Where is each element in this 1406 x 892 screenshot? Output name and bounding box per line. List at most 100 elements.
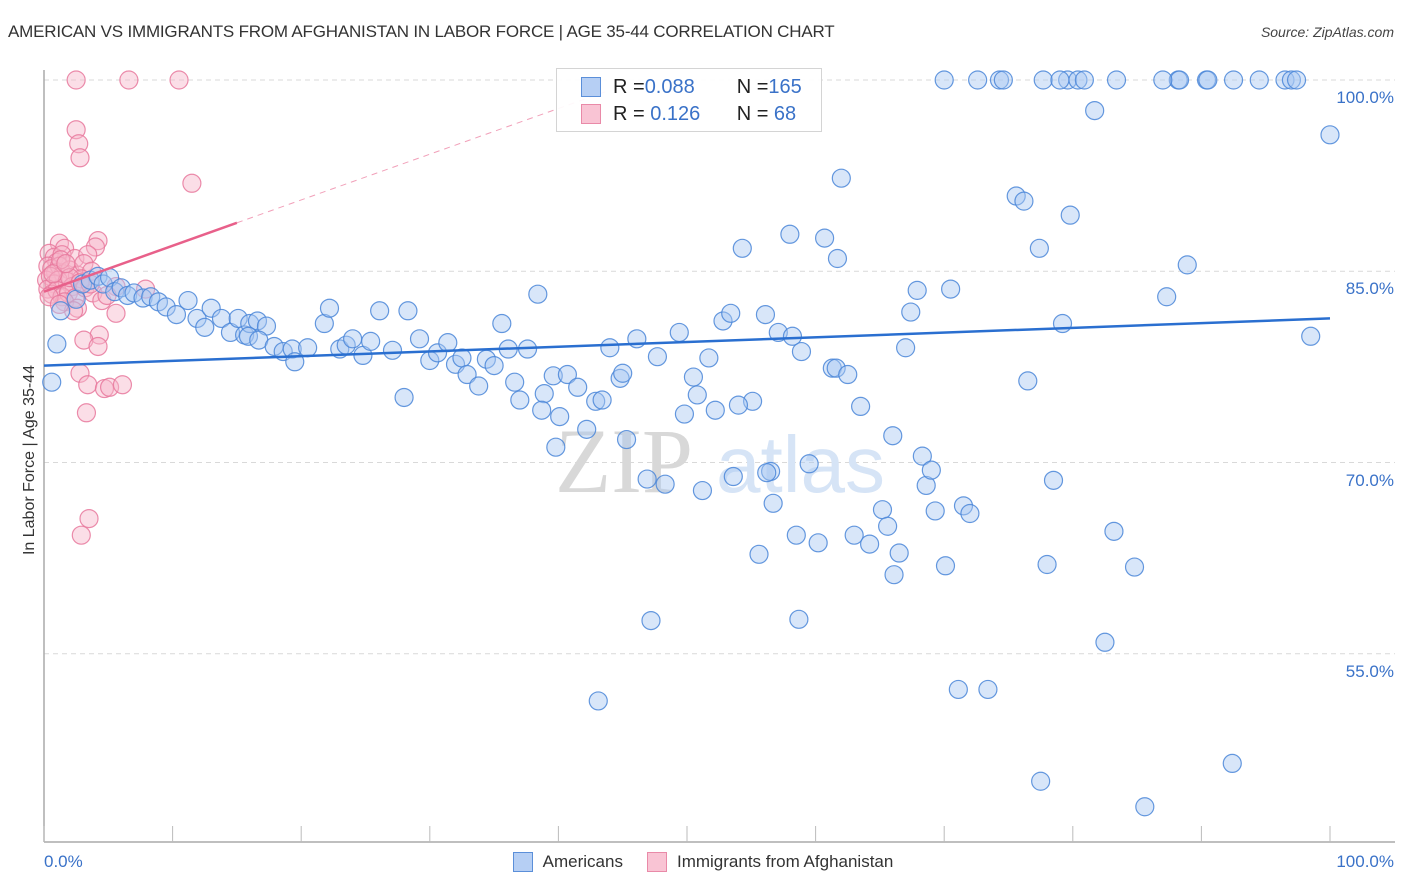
data-point-afghanistan xyxy=(78,375,98,395)
data-point-american xyxy=(1104,521,1124,541)
data-point-american xyxy=(878,516,898,536)
data-point-american xyxy=(51,301,71,321)
data-point-american xyxy=(1043,470,1064,490)
data-point-american xyxy=(1198,70,1218,90)
data-point-american xyxy=(298,338,318,358)
legend-item-afghanistan[interactable]: Immigrants from Afghanistan xyxy=(646,852,894,872)
legend-row-americans: R = 0.088 N = 165 xyxy=(581,75,802,99)
data-point-american xyxy=(872,500,893,520)
data-point-american xyxy=(1301,326,1321,346)
data-point-american xyxy=(1222,753,1242,774)
data-point-american xyxy=(505,372,525,392)
y-tick-label: 100.0% xyxy=(1336,88,1394,107)
stats-legend: R = 0.088 N = 165 R = 0.126 N = 68 xyxy=(556,68,822,132)
n-value: 68 xyxy=(768,102,797,125)
data-point-american xyxy=(968,70,988,90)
n-label: N = xyxy=(736,102,769,125)
data-point-american xyxy=(1050,70,1070,90)
data-point-afghanistan xyxy=(76,403,97,423)
data-point-american xyxy=(178,290,198,311)
legend-item-americans[interactable]: Americans xyxy=(512,852,623,872)
data-point-american xyxy=(799,454,819,474)
data-point-american xyxy=(883,426,903,446)
data-point-american xyxy=(860,534,880,554)
data-point-american xyxy=(925,501,945,521)
data-point-american xyxy=(786,525,806,545)
data-point-american xyxy=(1106,70,1127,90)
data-point-american xyxy=(723,466,743,487)
data-point-american xyxy=(42,372,62,392)
r-label: R = xyxy=(613,102,645,125)
r-value: 0.126 xyxy=(644,102,701,125)
n-value: 165 xyxy=(768,75,802,98)
data-point-american xyxy=(588,691,608,711)
data-point-american xyxy=(577,419,597,439)
data-point-american xyxy=(838,364,858,385)
data-point-american xyxy=(815,228,835,248)
data-point-american xyxy=(534,384,554,404)
data-point-american xyxy=(370,301,390,321)
data-point-american xyxy=(1037,554,1057,575)
afghanistan-swatch xyxy=(581,104,601,124)
data-point-american xyxy=(492,313,512,334)
data-point-american xyxy=(592,390,612,410)
data-point-american xyxy=(47,334,67,354)
data-point-american xyxy=(889,543,909,563)
data-point-american xyxy=(398,301,418,321)
data-point-american xyxy=(1135,797,1155,817)
data-point-american xyxy=(343,329,363,349)
data-point-american xyxy=(780,224,800,244)
legend-label: Americans xyxy=(542,852,623,871)
data-point-american xyxy=(791,341,812,362)
data-point-american xyxy=(692,480,713,501)
legend-label: Immigrants from Afghanistan xyxy=(676,852,894,871)
data-point-american xyxy=(808,533,828,553)
data-point-american xyxy=(1029,238,1049,258)
data-point-american xyxy=(532,400,552,420)
data-point-american xyxy=(469,376,489,396)
data-point-afghanistan xyxy=(169,70,189,90)
scatter-chart: ZIP atlas xyxy=(36,70,1395,843)
data-point-american xyxy=(600,338,620,358)
gridlines xyxy=(44,79,1395,655)
data-point-american xyxy=(1320,125,1340,145)
data-point-afghanistan xyxy=(71,525,91,545)
data-point-american xyxy=(319,298,340,318)
data-point-american xyxy=(831,168,851,188)
data-point-afghanistan xyxy=(182,173,202,193)
data-point-afghanistan xyxy=(112,375,133,395)
data-point-american xyxy=(884,565,904,585)
data-point-american xyxy=(1074,70,1094,90)
data-point-afghanistan xyxy=(70,148,90,168)
y-tick-label: 55.0% xyxy=(1345,661,1394,681)
n-label: N = xyxy=(736,75,769,98)
data-point-american xyxy=(901,302,921,322)
data-point-american xyxy=(1157,287,1177,307)
data-point-american xyxy=(721,303,741,323)
data-point-american xyxy=(699,348,719,368)
data-point-american xyxy=(382,340,403,360)
data-point-american xyxy=(361,331,381,351)
data-point-american xyxy=(749,544,769,564)
data-point-american xyxy=(732,238,752,258)
r-label: R = xyxy=(613,75,645,98)
data-point-american xyxy=(568,377,588,397)
data-point-american xyxy=(934,70,954,90)
data-point-american xyxy=(1085,100,1105,121)
data-point-american xyxy=(613,363,633,383)
data-point-american xyxy=(907,280,927,300)
data-point-afghanistan xyxy=(88,336,108,357)
data-point-american xyxy=(993,70,1013,90)
data-point-american xyxy=(655,474,675,494)
data-point-american xyxy=(1249,70,1269,90)
data-point-american xyxy=(484,356,504,376)
data-point-american xyxy=(1169,70,1190,90)
data-point-american xyxy=(935,556,956,576)
afghanistan-swatch xyxy=(646,852,667,872)
data-point-american xyxy=(1095,632,1115,652)
data-point-american xyxy=(755,305,776,325)
data-point-american xyxy=(827,248,848,269)
americans-swatch xyxy=(581,77,601,97)
data-point-american xyxy=(550,407,570,427)
data-point-american xyxy=(1031,771,1051,791)
